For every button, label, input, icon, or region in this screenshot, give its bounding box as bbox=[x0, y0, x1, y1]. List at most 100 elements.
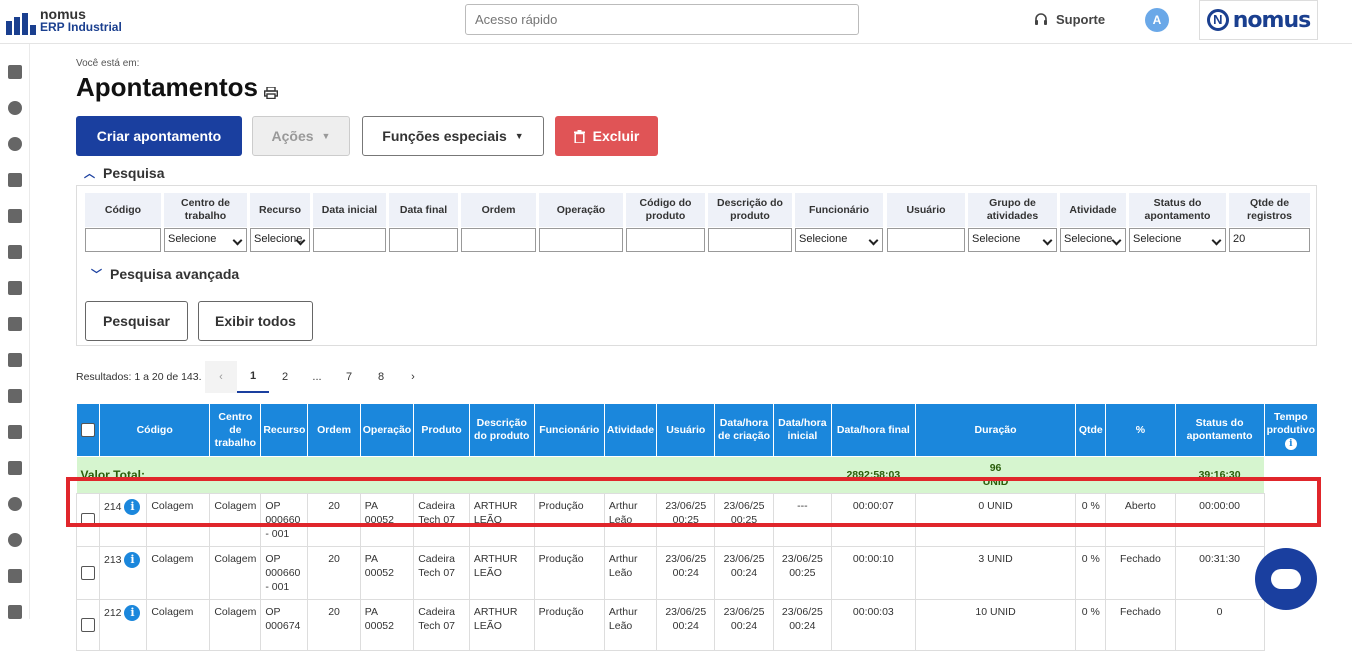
user-icon[interactable] bbox=[8, 101, 22, 115]
col-header-created[interactable]: Data/hora de criação bbox=[714, 403, 774, 457]
table-row[interactable]: 212 i Colagem Colagem OP 000674 20 PA 00052 Ca… bbox=[76, 599, 1318, 651]
col-header-productive[interactable]: Tempo produtivo i bbox=[1263, 403, 1319, 457]
filter-select[interactable]: Selecione bbox=[250, 228, 310, 252]
support-link[interactable]: Suporte bbox=[1034, 12, 1105, 27]
cell-product: PA 00052 bbox=[359, 493, 415, 547]
filter-input[interactable] bbox=[708, 228, 792, 252]
col-header-end[interactable]: Data/hora final bbox=[831, 403, 916, 457]
filter-input[interactable] bbox=[461, 228, 536, 252]
col-header-code[interactable]: Código bbox=[98, 403, 211, 457]
special-functions-dropdown[interactable]: Funções especiais ▼ bbox=[362, 116, 544, 156]
advanced-search-toggle[interactable]: ﹀ Pesquisa avançada bbox=[91, 266, 239, 282]
cell-product: PA 00052 bbox=[359, 546, 415, 600]
print-icon[interactable] bbox=[264, 87, 278, 99]
col-header-employee[interactable]: Funcionário bbox=[533, 403, 605, 457]
col-header-description[interactable]: Descrição do produto bbox=[468, 403, 535, 457]
col-header-activity[interactable]: Atividade bbox=[603, 403, 658, 457]
document-icon[interactable] bbox=[8, 281, 22, 295]
filter-select[interactable]: Selecione bbox=[795, 228, 883, 252]
next-page-button[interactable]: › bbox=[397, 361, 429, 393]
factory-icon[interactable] bbox=[8, 317, 22, 331]
show-all-button[interactable]: Exibir todos bbox=[198, 301, 313, 341]
filter-input[interactable]: 20 bbox=[1229, 228, 1310, 252]
col-header-start[interactable]: Data/hora inicial bbox=[772, 403, 833, 457]
create-appointment-button[interactable]: Criar apontamento bbox=[76, 116, 242, 156]
filter-select[interactable]: Selecione bbox=[1060, 228, 1126, 252]
cell-activity: Produção bbox=[533, 599, 605, 651]
filter-select[interactable]: Selecione bbox=[1129, 228, 1226, 252]
hierarchy-icon[interactable] bbox=[8, 173, 22, 187]
nomus-logo[interactable]: nomus ERP Industrial bbox=[6, 7, 122, 35]
col-header-status[interactable]: Status do apontamento bbox=[1174, 403, 1265, 457]
delete-button[interactable]: Excluir bbox=[555, 116, 658, 156]
info-icon[interactable]: i bbox=[1284, 437, 1297, 450]
total-percent bbox=[1075, 456, 1106, 494]
filter-input[interactable] bbox=[626, 228, 705, 252]
filter-input[interactable] bbox=[887, 228, 965, 252]
page-7-button[interactable]: 7 bbox=[333, 361, 365, 393]
breadcrumb: Você está em: bbox=[76, 58, 140, 69]
select-all-header[interactable] bbox=[76, 403, 100, 457]
col-header-operation[interactable]: Operação bbox=[359, 403, 415, 457]
map-icon[interactable] bbox=[8, 209, 22, 223]
row-select-cell[interactable] bbox=[76, 599, 100, 651]
chat-button[interactable] bbox=[1255, 548, 1317, 610]
calculator-icon[interactable] bbox=[8, 569, 22, 583]
robot-arm-icon[interactable] bbox=[8, 461, 22, 475]
brand-n-icon: N bbox=[1206, 9, 1229, 31]
dollar-icon[interactable] bbox=[8, 533, 22, 547]
quick-access-input[interactable] bbox=[465, 4, 859, 35]
cell-user: Arthur Leão bbox=[603, 493, 658, 547]
filter-input[interactable] bbox=[313, 228, 386, 252]
filter-input[interactable] bbox=[389, 228, 458, 252]
info-icon[interactable]: i bbox=[124, 552, 141, 568]
select-all-checkbox[interactable] bbox=[81, 423, 95, 437]
col-header-user[interactable]: Usuário bbox=[656, 403, 716, 457]
page-title: Apontamentos bbox=[76, 72, 258, 102]
cart-icon[interactable] bbox=[8, 425, 22, 439]
archive-icon[interactable] bbox=[8, 389, 22, 403]
results-count: Resultados: 1 a 20 de 143. bbox=[76, 371, 202, 383]
filter-select[interactable]: Selecione bbox=[164, 228, 247, 252]
user-avatar[interactable]: A bbox=[1145, 8, 1169, 32]
filter-header: Qtde de registros bbox=[1229, 193, 1310, 227]
info-icon[interactable]: i bbox=[124, 499, 141, 515]
filter-input[interactable] bbox=[85, 228, 161, 252]
cell-pct: 0 % bbox=[1075, 599, 1107, 651]
cell-status: Aberto bbox=[1105, 493, 1176, 547]
invoice-icon[interactable] bbox=[8, 605, 22, 619]
cell-employee: ARTHUR LEÃO bbox=[468, 546, 535, 600]
col-header-resource[interactable]: Recurso bbox=[260, 403, 309, 457]
page-8-button[interactable]: 8 bbox=[365, 361, 397, 393]
row-checkbox[interactable] bbox=[81, 513, 95, 528]
table-row[interactable]: 214 i Colagem Colagem OP 000660 - 001 20 PA 0… bbox=[76, 493, 1318, 547]
col-header-qty[interactable]: Qtde bbox=[1075, 403, 1107, 457]
search-button[interactable]: Pesquisar bbox=[85, 301, 188, 341]
actions-dropdown[interactable]: Ações ▼ bbox=[252, 116, 350, 156]
row-select-cell[interactable] bbox=[76, 546, 100, 600]
col-header-center[interactable]: Centro de trabalho bbox=[209, 403, 262, 457]
page-2-button[interactable]: 2 bbox=[269, 361, 301, 393]
col-header-order[interactable]: Ordem bbox=[307, 403, 361, 457]
filter-select[interactable]: Selecione bbox=[968, 228, 1057, 252]
row-select-cell[interactable] bbox=[76, 493, 100, 547]
advanced-search-label: Pesquisa avançada bbox=[110, 266, 240, 282]
filter-input[interactable] bbox=[539, 228, 623, 252]
table-row[interactable]: 213 i Colagem Colagem OP 000660 - 001 20 PA 0… bbox=[76, 546, 1318, 600]
briefcase-icon[interactable] bbox=[8, 245, 22, 259]
cell-operation: 20 bbox=[307, 493, 361, 547]
gear-icon[interactable] bbox=[8, 137, 22, 151]
col-header-product[interactable]: Produto bbox=[413, 403, 470, 457]
row-checkbox[interactable] bbox=[81, 618, 95, 633]
book-icon[interactable] bbox=[8, 65, 22, 79]
prev-page-button[interactable]: ‹ bbox=[205, 361, 237, 393]
gears-icon[interactable] bbox=[8, 497, 22, 511]
page-1-button[interactable]: 1 bbox=[237, 361, 269, 393]
row-checkbox[interactable] bbox=[81, 566, 95, 581]
col-header-percent[interactable]: % bbox=[1105, 403, 1176, 457]
row-code: 213 bbox=[104, 554, 122, 566]
cell-user: Arthur Leão bbox=[603, 599, 658, 651]
col-header-duration[interactable]: Duração bbox=[914, 403, 1077, 457]
search-section-toggle[interactable]: ︿ Pesquisa bbox=[84, 165, 164, 181]
forklift-icon[interactable] bbox=[8, 353, 22, 367]
